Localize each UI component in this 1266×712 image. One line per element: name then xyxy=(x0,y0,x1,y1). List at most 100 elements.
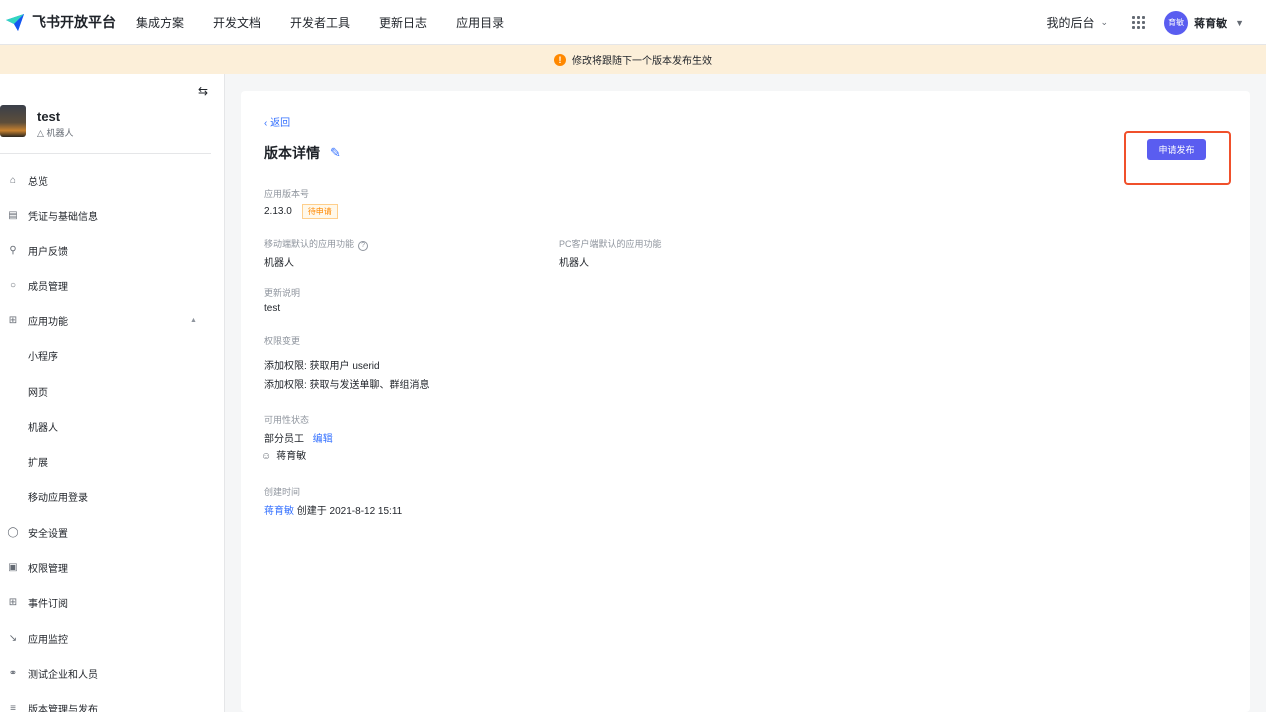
sidebar-item-label: 移动应用登录 xyxy=(28,492,88,504)
bot-icon: △ xyxy=(37,128,44,138)
nav-docs[interactable]: 开发文档 xyxy=(213,14,261,31)
chevron-left-icon: ‹ xyxy=(264,118,268,129)
sidebar-item-mobile-login[interactable]: 移动应用登录 xyxy=(0,483,211,509)
version-label: 应用版本号 xyxy=(264,189,310,199)
my-backstage-dropdown[interactable]: 我的后台 ⌄ xyxy=(1047,14,1109,31)
help-icon[interactable]: ? xyxy=(358,241,369,251)
app-thumbnail xyxy=(0,105,26,137)
edit-icon[interactable]: ✎ xyxy=(330,145,341,161)
main-nav: 集成方案 开发文档 开发者工具 更新日志 应用目录 xyxy=(136,14,533,31)
caret-up-icon: ▲ xyxy=(190,316,197,324)
warning-icon: ! xyxy=(554,53,566,66)
username[interactable]: 蒋育敏 xyxy=(1194,15,1227,31)
sidebar-item-label: 应用监控 xyxy=(28,634,68,646)
banner-message: 修改将跟随下一个版本发布生效 xyxy=(572,56,712,67)
nav-right: 我的后台 ⌄ 育敏 蒋育敏 ▼ xyxy=(1047,0,1266,45)
brand-name: 飞书开放平台 xyxy=(32,14,116,30)
sidebar-item-test-orgs[interactable]: ⚭ 测试企业和人员 xyxy=(0,660,211,686)
caret-down-icon[interactable]: ▼ xyxy=(1235,18,1244,28)
sidebar-item-label: 小程序 xyxy=(28,351,58,363)
sidebar-item-feedback[interactable]: ⚲ 用户反馈 xyxy=(0,237,211,263)
availability-member-name: 蒋育敏 xyxy=(276,451,307,462)
created-row: 蒋育敏 创建于 2021-8-12 15:11 xyxy=(264,502,402,517)
sidebar-item-web[interactable]: 网页 xyxy=(0,378,211,404)
feedback-icon: ⚲ xyxy=(9,244,17,256)
divider xyxy=(0,153,211,154)
team-icon: ⚭ xyxy=(8,667,18,679)
sidebar-item-label: 总览 xyxy=(28,176,48,188)
back-link[interactable]: ‹ 返回 xyxy=(264,114,290,129)
paper-plane-icon xyxy=(6,14,24,31)
nav-app-directory[interactable]: 应用目录 xyxy=(456,14,504,31)
apply-publish-button[interactable]: 申请发布 xyxy=(1147,139,1206,160)
sidebar-item-label: 应用功能 xyxy=(28,316,68,328)
version-number: 2.13.0 xyxy=(264,206,292,217)
sidebar-item-label: 机器人 xyxy=(28,422,58,434)
mobile-default-value: 机器人 xyxy=(264,258,294,269)
sidebar-item-label: 测试企业和人员 xyxy=(28,669,98,681)
sidebar-item-label: 网页 xyxy=(28,387,48,399)
chevron-down-icon: ⌄ xyxy=(1100,17,1109,27)
top-nav: 飞书开放平台 集成方案 开发文档 开发者工具 更新日志 应用目录 我的后台 ⌄ … xyxy=(0,0,1266,45)
avatar[interactable]: 育敏 xyxy=(1164,10,1189,35)
sidebar-item-permissions[interactable]: ▣ 权限管理 xyxy=(0,554,211,580)
event-icon: ⊞ xyxy=(8,596,18,608)
edit-availability-link[interactable]: 编辑 xyxy=(313,434,333,445)
collapse-toggle-icon[interactable]: ⇆ xyxy=(198,84,208,98)
back-label: 返回 xyxy=(270,118,291,129)
sidebar-item-label: 权限管理 xyxy=(28,563,68,575)
member-icon: ○ xyxy=(9,279,17,291)
grid-icon: ⊞ xyxy=(8,314,18,326)
mobile-default-label-text: 移动端默认的应用功能 xyxy=(264,239,355,249)
availability-row: 部分员工 编辑 xyxy=(264,430,333,445)
notice-banner: ! 修改将跟随下一个版本发布生效 xyxy=(0,45,1266,74)
availability-value: 部分员工 xyxy=(264,434,304,445)
update-notes-value: test xyxy=(264,303,281,314)
sidebar-item-mini-program[interactable]: 小程序 xyxy=(0,342,211,368)
layers-icon: ≡ xyxy=(10,702,16,712)
sidebar-item-label: 版本管理与发布 xyxy=(28,704,98,712)
sidebar-item-versions[interactable]: ≡ 版本管理与发布 xyxy=(0,695,211,712)
sidebar-item-label: 安全设置 xyxy=(28,528,68,540)
availability-member: ☺ 蒋育敏 xyxy=(261,447,306,462)
app-name: test xyxy=(37,109,61,124)
permission-change-item: 添加权限: 获取与发送单聊、群组消息 xyxy=(264,380,430,391)
sidebar-item-bot[interactable]: 机器人 xyxy=(0,413,211,439)
pc-default-value: 机器人 xyxy=(559,258,589,269)
brand-logo[interactable]: 飞书开放平台 xyxy=(4,11,116,33)
nav-changelog[interactable]: 更新日志 xyxy=(379,14,427,31)
mobile-default-label: 移动端默认的应用功能? xyxy=(264,237,369,251)
sidebar-item-extension[interactable]: 扩展 xyxy=(0,448,211,474)
chart-icon: ↘ xyxy=(8,632,18,644)
sidebar: ⇆ test △ 机器人 ⌂ 总览 ▤ 凭证与基础信息 ⚲ 用户反馈 ○ 成员管… xyxy=(0,74,225,712)
apps-grid-icon[interactable] xyxy=(1132,15,1146,30)
sidebar-item-credentials[interactable]: ▤ 凭证与基础信息 xyxy=(0,202,211,228)
credential-icon: ▤ xyxy=(8,209,18,221)
sidebar-item-label: 扩展 xyxy=(28,457,48,469)
permission-change-item: 添加权限: 获取用户 userid xyxy=(264,361,380,372)
created-label: 创建时间 xyxy=(264,487,301,497)
app-type-label: 机器人 xyxy=(46,128,74,138)
version-row: 2.13.0 待申请 xyxy=(264,204,338,219)
sidebar-item-overview[interactable]: ⌂ 总览 xyxy=(0,167,211,193)
lock-icon: ▣ xyxy=(8,561,18,573)
created-text: 创建于 2021-8-12 15:11 xyxy=(296,506,403,517)
page-title-text: 版本详情 xyxy=(264,145,320,161)
nav-dev-tools[interactable]: 开发者工具 xyxy=(290,14,350,31)
sidebar-item-app-features[interactable]: ⊞ 应用功能 ▲ xyxy=(0,307,211,333)
availability-label: 可用性状态 xyxy=(264,415,310,425)
creator-link[interactable]: 蒋育敏 xyxy=(264,506,294,517)
sidebar-item-label: 用户反馈 xyxy=(28,246,68,258)
version-detail-card: ‹ 返回 版本详情 ✎ 申请发布 应用版本号 2.13.0 待申请 移动端默认的应… xyxy=(241,91,1250,712)
sidebar-item-members[interactable]: ○ 成员管理 xyxy=(0,272,211,298)
sidebar-item-label: 凭证与基础信息 xyxy=(28,211,98,223)
permission-changes-label: 权限变更 xyxy=(264,336,301,346)
sidebar-item-monitoring[interactable]: ↘ 应用监控 xyxy=(0,625,211,651)
update-notes-label: 更新说明 xyxy=(264,288,301,298)
sidebar-item-events[interactable]: ⊞ 事件订阅 xyxy=(0,589,211,615)
app-type: △ 机器人 xyxy=(37,126,73,139)
backstage-label: 我的后台 xyxy=(1046,16,1095,30)
sidebar-item-label: 成员管理 xyxy=(28,281,68,293)
nav-integration[interactable]: 集成方案 xyxy=(136,14,184,31)
sidebar-item-security[interactable]: ◯ 安全设置 xyxy=(0,519,211,545)
